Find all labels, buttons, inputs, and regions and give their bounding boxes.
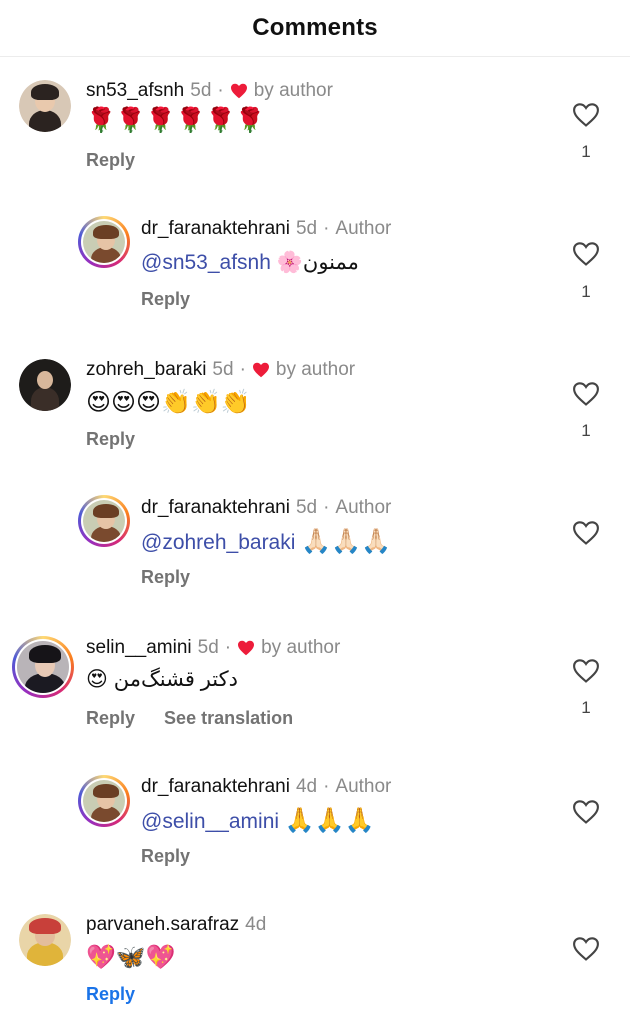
reply-button[interactable]: Reply (86, 984, 135, 1004)
separator-dot: · (217, 80, 224, 101)
comment-actions: Reply (86, 150, 159, 171)
separator-dot: · (239, 359, 246, 380)
author-badge: Author (335, 497, 392, 518)
timestamp: 5d (190, 80, 212, 101)
heart-outline-icon[interactable] (572, 799, 600, 825)
reply-actions: Reply (141, 289, 214, 310)
separator-dot: · (323, 497, 330, 518)
separator-dot: · (323, 218, 330, 239)
liked-by-author-label: by author (261, 637, 341, 658)
reply-button[interactable]: Reply (141, 567, 190, 587)
comment-actions: Reply (86, 429, 159, 450)
like-count: 1 (581, 698, 591, 717)
comment-text: دکتر قشنگ‌من 😍 (86, 668, 238, 691)
liked-by-author-label: by author (275, 359, 356, 380)
comment-meta: zohreh_baraki 5d · by author (86, 359, 355, 381)
like-count: 1 (581, 282, 591, 301)
avatar[interactable] (78, 495, 130, 547)
reply-text: @selin__amini 🙏🙏🙏 (141, 806, 375, 834)
heart-outline-icon[interactable] (572, 381, 600, 407)
reply-button[interactable]: Reply (86, 150, 135, 170)
username[interactable]: parvaneh.sarafraz (86, 914, 239, 936)
liked-by-author-label: by author (253, 80, 333, 101)
username[interactable]: selin__amini (86, 637, 192, 659)
avatar[interactable] (78, 775, 130, 827)
comment-text: 🌹🌹🌹🌹🌹🌹 (86, 106, 266, 134)
separator-dot: · (224, 637, 232, 658)
page-title: Comments (252, 14, 378, 41)
separator-dot: · (323, 776, 330, 797)
like-count: 1 (581, 142, 591, 161)
reply-button[interactable]: Reply (86, 708, 135, 728)
timestamp: 5d (295, 497, 318, 518)
heart-outline-icon[interactable] (572, 102, 600, 128)
timestamp: 4d (295, 776, 318, 797)
like-count: 1 (581, 421, 591, 440)
comment-actions: Reply See translation (86, 708, 317, 729)
avatar[interactable] (19, 359, 71, 411)
red-heart-icon (230, 83, 247, 99)
mention-link[interactable]: @selin__amini (141, 810, 279, 833)
heart-outline-icon[interactable] (572, 936, 600, 962)
comment-actions: Reply (86, 984, 159, 1005)
red-heart-icon (238, 640, 255, 656)
comment-text: 😍😍😍👏👏👏 (86, 388, 251, 416)
timestamp: 5d (295, 218, 318, 239)
username[interactable]: dr_faranaktehrani (141, 776, 290, 798)
avatar[interactable] (12, 636, 74, 698)
reply-meta: dr_faranaktehrani 4d · Author (141, 776, 391, 798)
reply-actions: Reply (141, 567, 214, 588)
reply-button[interactable]: Reply (141, 289, 190, 309)
reply-button[interactable]: Reply (141, 846, 190, 866)
reply-meta: dr_faranaktehrani 5d · Author (141, 218, 391, 240)
username[interactable]: sn53_afsnh (86, 80, 184, 102)
red-heart-icon (252, 362, 269, 378)
header: Comments (0, 0, 630, 57)
author-badge: Author (335, 218, 392, 239)
comment-meta: sn53_afsnh 5d · by author (86, 80, 333, 102)
reply-text: @sn53_afsnh ممنون🌸 (141, 251, 359, 274)
reply-text: @zohreh_baraki 🙏🏻🙏🏻🙏🏻 (141, 527, 391, 555)
avatar[interactable] (19, 80, 71, 132)
comment-text: 💖🦋💖 (86, 943, 176, 971)
heart-outline-icon[interactable] (572, 658, 600, 684)
mention-link[interactable]: @sn53_afsnh (141, 251, 271, 274)
avatar[interactable] (78, 216, 130, 268)
reply-meta: dr_faranaktehrani 5d · Author (141, 497, 391, 519)
reply-button[interactable]: Reply (86, 429, 135, 449)
see-translation-button[interactable]: See translation (164, 708, 293, 728)
timestamp: 5d (212, 359, 234, 380)
username[interactable]: zohreh_baraki (86, 359, 206, 381)
timestamp: 5d (197, 637, 219, 658)
reply-actions: Reply (141, 846, 214, 867)
timestamp: 4d (245, 914, 267, 935)
username[interactable]: dr_faranaktehrani (141, 497, 290, 519)
mention-link[interactable]: @zohreh_baraki (141, 531, 295, 554)
comment-meta: selin__amini 5d · by author (86, 637, 340, 659)
heart-outline-icon[interactable] (572, 520, 600, 546)
author-badge: Author (335, 776, 392, 797)
username[interactable]: dr_faranaktehrani (141, 218, 290, 240)
avatar[interactable] (19, 914, 71, 966)
heart-outline-icon[interactable] (572, 241, 600, 267)
comment-meta: parvaneh.sarafraz 4d (86, 914, 266, 936)
